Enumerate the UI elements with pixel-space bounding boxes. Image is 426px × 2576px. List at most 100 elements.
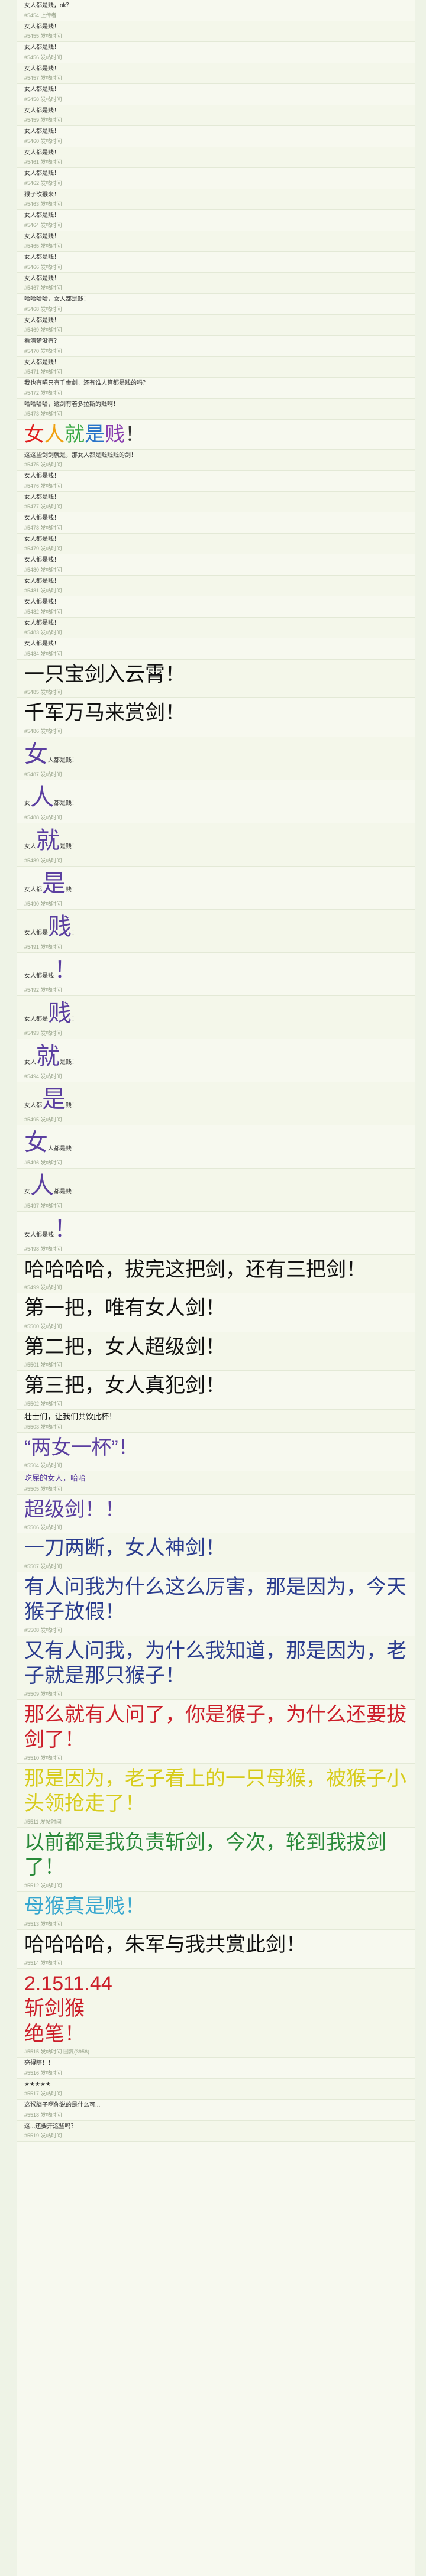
thread-post: 女人就是贱！ #5494 发帖时间 — [17, 1039, 415, 1082]
post-text-char: ！ — [125, 423, 145, 446]
post-message: 女人都是贱！ — [24, 24, 409, 31]
post-message: 又有人问我，为什么我知道，那是因为，老子就是那只猴子！ — [24, 1639, 409, 1689]
post-meta: #5509 发帖时间 — [24, 1691, 62, 1697]
post-text-line: 斩剑猴 — [24, 1997, 85, 2020]
post-text-line: 看清楚没有？ — [24, 338, 60, 345]
post-meta: #5490 发帖时间 — [24, 900, 62, 907]
thread-post: “两女一杯”！ #5504 发帖时间 — [17, 1433, 415, 1472]
post-meta: #5502 发帖时间 — [24, 1400, 62, 1407]
post-text-line: 女人都是贱！ — [24, 578, 60, 585]
thread-post: 母猴真是贱！ #5513 发帖时间 — [17, 1891, 415, 1930]
post-meta: #5485 发帖时间 — [24, 689, 62, 695]
post-text-line: 哈哈哈哈，女人都是贱！ — [24, 296, 89, 303]
post-text-line: 女人都是贱！ — [24, 275, 60, 282]
post-text-line: 女人都是贱！ — [24, 149, 60, 156]
post-message: 女人都是贱！ — [24, 912, 409, 942]
thread-post: 这...还要开这些吗？ #5519 发帖时间 — [17, 2120, 415, 2142]
thread-post: ★★★★★ #5517 发帖时间 — [17, 2078, 415, 2100]
post-message: 女人都是贱！ — [24, 170, 409, 178]
post-meta: #5470 发帖时间 — [24, 348, 62, 354]
post-text-large: 就 — [36, 827, 60, 854]
post-meta: #5507 发帖时间 — [24, 1563, 62, 1569]
post-meta: #5462 发帖时间 — [24, 180, 62, 186]
thread-post: 千军万马来赏剑！ #5486 发帖时间 — [17, 698, 415, 737]
post-text-line: 女人都是贱！ — [24, 128, 60, 135]
post-text-line: “两女一杯”！ — [24, 1436, 138, 1459]
post-text-small: 女人都是贱 — [24, 1231, 54, 1238]
post-text-small: 女人都 — [24, 1102, 42, 1109]
post-text-small: 贱！ — [66, 1102, 78, 1109]
post-message: 2.1511.44 斩剑猴 绝笔！ — [24, 1971, 409, 2047]
post-meta: #5508 发帖时间 — [24, 1627, 62, 1633]
post-text-small: 人都是贱！ — [48, 757, 78, 764]
post-text-small: ！ — [72, 929, 78, 936]
post-text-large: 就 — [36, 1043, 60, 1069]
post-meta: #5503 发帖时间 — [24, 1423, 62, 1430]
thread-post: 以前都是我负责斩剑，今次，轮到我拔剑了！ #5512 发帖时间 — [17, 1828, 415, 1892]
post-meta: #5518 发帖时间 — [24, 2111, 62, 2118]
thread-post: 有人问我为什么这么厉害，那是因为，今天猴子放假！ #5508 发帖时间 — [17, 1572, 415, 1636]
post-text-large: 贱 — [48, 913, 72, 940]
post-text-line: 这猴脑子啊你说的是什么可... — [24, 2102, 101, 2108]
post-text-line: 又有人问我，为什么我知道，那是因为，老子就是那只猴子！ — [24, 1639, 406, 1688]
post-meta: #5468 发帖时间 — [24, 306, 62, 312]
post-text-line: 壮士们，让我们共饮此杯！ — [24, 1412, 117, 1421]
thread-post: 看清楚没有？ #5470 发帖时间 — [17, 336, 415, 357]
post-message: 女人就是贱！ — [24, 422, 409, 447]
thread-container: 女人都是贱，ok？ #5454 上传者 女人都是贱！ #5455 发帖时间 女人都是贱！… — [17, 0, 415, 2576]
post-message: 女人都是贱！ — [24, 641, 409, 648]
post-meta: #5480 发帖时间 — [24, 566, 62, 573]
post-text-small: 人都是贱！ — [48, 1145, 78, 1152]
post-message: 女人都是贱！ — [24, 128, 409, 136]
post-message: 一只宝剑入云霄！ — [24, 662, 409, 687]
post-text-small: 是贱！ — [60, 1059, 78, 1066]
post-meta: #5497 发帖时间 — [24, 1202, 62, 1209]
post-text-line: 女人都是贱！ — [24, 619, 60, 627]
thread-post: 女人都是贱！ #5484 发帖时间 — [17, 638, 415, 660]
post-meta: #5505 发帖时间 — [24, 1485, 62, 1492]
thread-post: 女人都是贱！ #5478 发帖时间 — [17, 512, 415, 534]
post-message: ★★★★★ — [24, 2081, 409, 2089]
thread-post: 第一把，唯有女人剑！ #5500 发帖时间 — [17, 1293, 415, 1332]
post-message: 这...还要开这些吗？ — [24, 2123, 409, 2131]
post-meta: #5466 发帖时间 — [24, 264, 62, 270]
thread-post: 那是因为，老子看上的一只母猴，被猴子小头领抢走了！ #5511 发帖时间 — [17, 1763, 415, 1828]
thread-post: 女人都是贱！ #5455 发帖时间 — [17, 21, 415, 42]
post-message: 这猴脑子啊你说的是什么可... — [24, 2102, 409, 2110]
post-meta: #5482 发帖时间 — [24, 608, 62, 615]
post-message: 女人都是贱！ — [24, 1214, 409, 1244]
post-message: 女人就是贱！ — [24, 1042, 409, 1071]
thread-post: 女人都是贱！ #5459 发帖时间 — [17, 105, 415, 126]
thread-post: 2.1511.44 斩剑猴 绝笔！ #5515 发帖时间 回复(3956) — [17, 1968, 415, 2058]
post-meta: #5456 发帖时间 — [24, 54, 62, 60]
post-meta: #5478 发帖时间 — [24, 524, 62, 531]
post-meta: #5481 发帖时间 — [24, 588, 62, 593]
post-text-small: 贱！ — [66, 886, 78, 893]
post-message: 以前都是我负责斩剑，今次，轮到我拔剑了！ — [24, 1830, 409, 1880]
post-text-small: 是贱！ — [60, 843, 78, 850]
post-message: 猴子砍猴来！ — [24, 192, 409, 199]
post-message: 哈哈哈哈，女人都是贱！ — [24, 296, 409, 304]
thread-post: 女人都是贱！ #5482 发帖时间 — [17, 596, 415, 618]
post-text-line: 女人都是贱！ — [24, 557, 60, 563]
thread-post: 女人都是贱！ #5479 发帖时间 — [17, 533, 415, 554]
post-meta: #5498 发帖时间 — [24, 1245, 62, 1252]
post-message: 女人都是贱！ — [24, 1085, 409, 1114]
post-meta: #5515 发帖时间 回复(3956) — [24, 2049, 90, 2055]
post-text-line: 女人都是贱！ — [24, 641, 60, 647]
post-message: 女人都是贱！ — [24, 150, 409, 157]
thread-post: 女人都是贱！ #5456 发帖时间 — [17, 42, 415, 63]
post-message: 女人都是贱！ — [24, 998, 409, 1028]
post-meta: #5476 发帖时间 — [24, 482, 62, 489]
post-text-char: 女 — [24, 423, 44, 446]
post-text-char: 就 — [64, 423, 85, 446]
post-text-line: 女人都是贱！ — [24, 254, 60, 261]
thread-post: 女人都是贱！ #5457 发帖时间 — [17, 63, 415, 84]
thread-post: 女人都是贱！ #5460 发帖时间 — [17, 126, 415, 147]
post-text-large: ！ — [54, 1215, 78, 1242]
post-text-line: 我也有嘴只有千金剑，还有谁人算都是贱的吗？ — [24, 380, 149, 387]
thread-post: 哈哈哈哈，朱军与我共赏此剑！ #5514 发帖时间 — [17, 1930, 415, 1969]
post-meta: #5488 发帖时间 — [24, 814, 62, 820]
post-text-line: 女人都是贱！ — [24, 170, 60, 177]
post-text-line: 女人都是贱！ — [24, 86, 60, 93]
